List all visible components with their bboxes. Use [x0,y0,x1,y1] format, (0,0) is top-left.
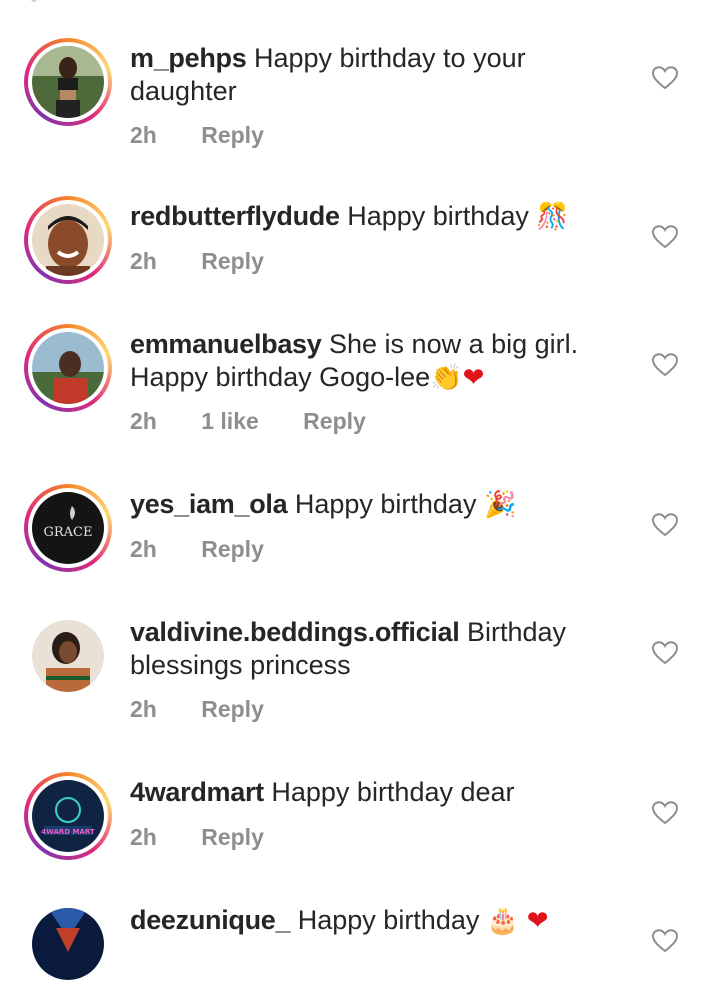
like-heart-icon[interactable] [652,641,678,665]
comment-meta: 2h Reply [130,248,302,275]
reply-button[interactable]: Reply [201,248,264,274]
comment-body: She is now a big girl. [329,329,579,359]
party-popper-emoji: 🎉 [483,490,517,520]
comment-text: deezunique_ Happy birthday 🎂 ❤ [130,904,610,938]
comment-time: 2h [130,696,157,722]
scroll-indicator [31,0,37,2]
like-heart-icon[interactable] [652,801,678,825]
avatar [32,204,104,276]
red-heart-emoji: ❤ [526,906,549,936]
comment-username[interactable]: yes_iam_ola [130,489,288,519]
avatar [32,332,104,404]
comment-time: 2h [130,248,157,274]
avatar-logo-text: 4WARD MART [41,828,95,836]
comment-body: Happy birthday [297,905,480,935]
avatar-story-ring[interactable]: GRACE [24,484,112,572]
comment-body: Happy birthday [294,489,477,519]
reply-button[interactable]: Reply [201,122,264,148]
like-heart-icon[interactable] [652,225,678,249]
comment-time: 2h [130,122,157,148]
comment-body-line2: Happy birthday Gogo-lee [130,362,431,392]
comment-body: Birthday [466,617,567,647]
comment-text: m_pehps Happy birthday to your daughter [130,42,610,108]
comment-text: emmanuelbasy She is now a big girl. Happ… [130,328,610,395]
comment-meta: 2h Reply [130,536,302,563]
comment-time: 2h [130,408,157,434]
comment-username[interactable]: valdivine.beddings.official [130,617,460,647]
clapping-hands-emoji: 👏 [430,363,463,393]
comment-body: Happy birthday to your [253,43,526,73]
reply-button[interactable]: Reply [201,696,264,722]
avatar [32,908,104,980]
comment-meta: 2h Reply [130,824,302,851]
avatar [32,46,104,118]
comment-username[interactable]: 4wardmart [130,777,264,807]
reply-button[interactable]: Reply [201,824,264,850]
comment-text: yes_iam_ola Happy birthday 🎉 [130,488,610,522]
comment-meta: 2h Reply [130,696,302,723]
avatar-container[interactable] [24,612,112,700]
like-heart-icon[interactable] [652,513,678,537]
comment-body-line2: blessings princess [130,650,351,680]
avatar-logo-text: GRACE [44,525,93,540]
birthday-cake-emoji: 🎂 [486,906,520,936]
avatar: 4WARD MART [32,780,104,852]
avatar-story-ring[interactable]: 4WARD MART [24,772,112,860]
avatar-story-ring[interactable] [24,324,112,412]
comment-username[interactable]: m_pehps [130,43,247,73]
comment-text: valdivine.beddings.official Birthday ble… [130,616,610,682]
avatar [32,620,104,692]
avatar-story-ring[interactable] [24,196,112,284]
comment-text: redbutterflydude Happy birthday 🎊 [130,200,610,234]
like-heart-icon[interactable] [652,66,678,90]
comment-username[interactable]: redbutterflydude [130,201,340,231]
like-heart-icon[interactable] [652,353,678,377]
comment-text: 4wardmart Happy birthday dear [130,776,610,809]
comment-body: Happy birthday [347,201,529,231]
comment-likes-count[interactable]: 1 like [201,408,259,434]
comment-meta: 2h 1 like Reply [130,408,404,435]
red-heart-emoji: ❤ [462,363,485,393]
comment-body-line2: daughter [130,76,237,106]
comment-username[interactable]: deezunique_ [130,905,291,935]
comment-body: Happy birthday dear [271,777,515,807]
comment-time: 2h [130,536,157,562]
avatar-story-ring[interactable] [24,38,112,126]
confetti-ball-emoji: 🎊 [536,202,569,232]
reply-button[interactable]: Reply [303,408,366,434]
avatar: GRACE [32,492,104,564]
reply-button[interactable]: Reply [201,536,264,562]
comment-time: 2h [130,824,157,850]
comment-username[interactable]: emmanuelbasy [130,329,322,359]
comment-meta: 2h Reply [130,122,302,149]
avatar-container[interactable] [24,900,112,988]
like-heart-icon[interactable] [652,929,678,953]
